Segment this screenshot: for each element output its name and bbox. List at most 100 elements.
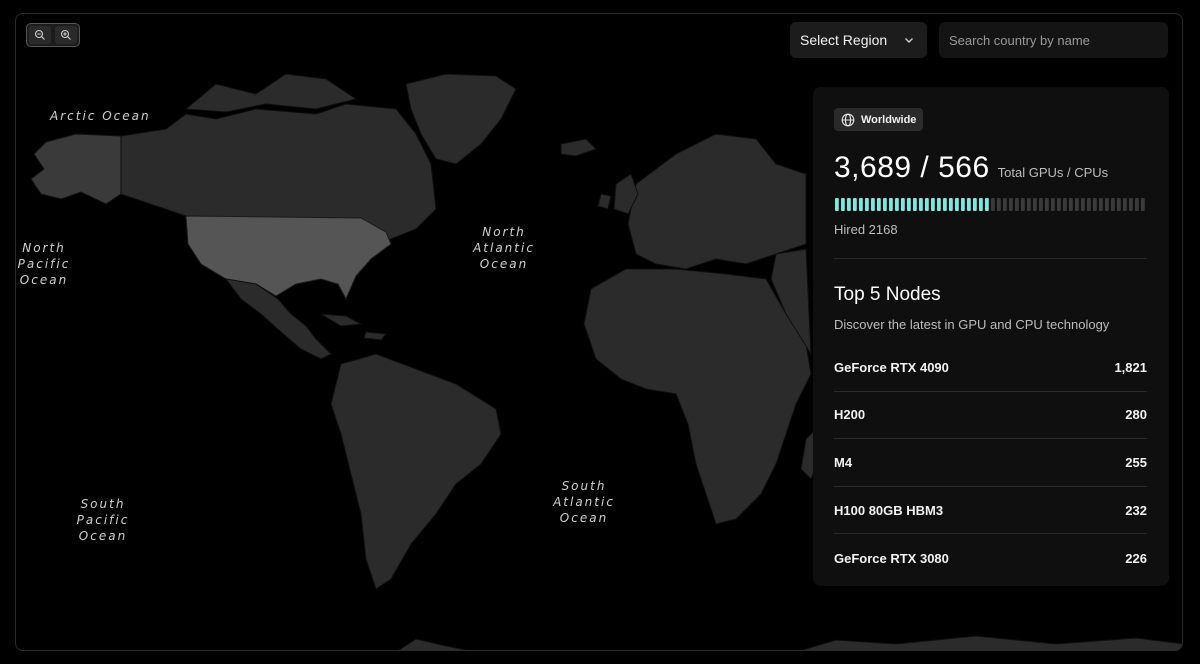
totals-label: Total GPUs / CPUs [997, 165, 1109, 180]
bar-segment-filled [853, 198, 857, 211]
node-count: 280 [1125, 407, 1147, 423]
bar-segment-empty [1039, 198, 1043, 211]
bar-segment-empty [1045, 198, 1049, 211]
bar-segment-empty [1051, 198, 1055, 211]
bar-segment-empty [1033, 198, 1037, 211]
node-count: 232 [1125, 502, 1147, 518]
bar-segment-filled [985, 198, 989, 211]
bar-segment-empty [1069, 198, 1073, 211]
stats-panel: Worldwide 3,689 / 566 Total GPUs / CPUs … [813, 87, 1169, 586]
bar-segment-filled [949, 198, 953, 211]
map-frame: Arctic Ocean North Pacific Ocean North A… [15, 13, 1183, 651]
ocean-label-south-pacific-3: Ocean [79, 529, 127, 543]
country-iceland[interactable] [560, 138, 597, 157]
bar-segment-filled [889, 198, 893, 211]
node-row[interactable]: GeForce RTX 4090 1,821 [834, 344, 1147, 392]
ocean-label-south-pacific-2: Pacific [77, 513, 130, 527]
bar-segment-filled [871, 198, 875, 211]
bar-segment-filled [907, 198, 911, 211]
node-row[interactable]: H100 80GB HBM3 232 [834, 487, 1147, 535]
ocean-label-north-pacific-3: Ocean [20, 273, 68, 287]
bar-segment-empty [1087, 198, 1091, 211]
node-row[interactable]: GeForce RTX 3080 226 [834, 534, 1147, 582]
bar-segment-empty [997, 198, 1001, 211]
node-name: H200 [834, 407, 866, 423]
ocean-label-north-pacific-1: North [22, 241, 66, 255]
bar-segment-empty [1129, 198, 1133, 211]
ocean-label-north-atlantic-1: North [482, 225, 526, 239]
country-alaska[interactable] [30, 133, 122, 205]
bar-segment-empty [1027, 198, 1031, 211]
continent-europe[interactable] [627, 133, 807, 270]
bar-segment-empty [1003, 198, 1007, 211]
node-name: H100 80GB HBM3 [834, 502, 944, 518]
totals-value: 3,689 / 566 [834, 151, 990, 184]
hired-progress-bar [835, 198, 1145, 211]
ocean-label-south-pacific-1: South [81, 497, 126, 511]
bar-segment-filled [895, 198, 899, 211]
bar-segment-filled [877, 198, 881, 211]
node-count: 255 [1125, 454, 1147, 470]
bar-segment-filled [973, 198, 977, 211]
bar-segment-filled [901, 198, 905, 211]
bar-segment-empty [1015, 198, 1019, 211]
bar-segment-filled [865, 198, 869, 211]
bar-segment-filled [961, 198, 965, 211]
totals: 3,689 / 566 Total GPUs / CPUs [834, 151, 1108, 185]
country-search-input[interactable] [939, 22, 1168, 58]
bar-segment-filled [919, 198, 923, 211]
bar-segment-empty [1075, 198, 1079, 211]
zoom-out-icon [34, 29, 45, 40]
bar-segment-filled [931, 198, 935, 211]
bar-segment-empty [1021, 198, 1025, 211]
chevron-down-icon [905, 38, 913, 43]
top-nodes-subtitle: Discover the latest in GPU and CPU techn… [834, 317, 1110, 332]
bar-segment-empty [1063, 198, 1067, 211]
bar-segment-filled [883, 198, 887, 211]
bar-segment-empty [1081, 198, 1085, 211]
region-select[interactable]: Select Region [790, 22, 927, 58]
ocean-label-south-atlantic-1: South [562, 479, 607, 493]
zoom-controls [26, 23, 80, 47]
node-name: GeForce RTX 4090 [834, 359, 949, 375]
node-name: GeForce RTX 3080 [834, 550, 949, 566]
continent-south-america[interactable] [330, 353, 502, 590]
zoom-out-button[interactable] [29, 26, 51, 44]
node-count: 1,821 [1114, 359, 1147, 375]
region-arctic-islands [184, 73, 358, 113]
bar-segment-filled [937, 198, 941, 211]
continent-antarctica [398, 635, 1182, 650]
bar-segment-empty [991, 198, 995, 211]
bar-segment-filled [955, 198, 959, 211]
ocean-label-south-atlantic-3: Ocean [560, 511, 608, 525]
bar-segment-filled [943, 198, 947, 211]
node-row[interactable]: H200 280 [834, 392, 1147, 440]
node-name: M4 [834, 454, 853, 470]
bar-segment-empty [1009, 198, 1013, 211]
bar-segment-filled [925, 198, 929, 211]
zoom-in-button[interactable] [55, 26, 77, 44]
country-united-states[interactable] [185, 215, 392, 301]
bar-segment-empty [1057, 198, 1061, 211]
top-nodes-list: GeForce RTX 4090 1,821 H200 280 M4 255 H… [834, 344, 1147, 582]
zoom-in-icon [60, 29, 71, 40]
bar-segment-empty [1105, 198, 1109, 211]
top-nodes-title: Top 5 Nodes [834, 284, 941, 305]
bar-segment-empty [1117, 198, 1121, 211]
bar-segment-empty [1135, 198, 1139, 211]
node-row[interactable]: M4 255 [834, 439, 1147, 487]
continent-africa[interactable] [583, 268, 812, 525]
region-badge[interactable]: Worldwide [834, 108, 924, 131]
region-badge-label: Worldwide [861, 113, 917, 126]
bar-segment-filled [835, 198, 839, 211]
bar-segment-empty [1123, 198, 1127, 211]
bar-segment-filled [841, 198, 845, 211]
region-select-label: Select Region [800, 32, 888, 48]
bar-segment-filled [913, 198, 917, 211]
bar-segment-filled [859, 198, 863, 211]
globe-icon [841, 113, 855, 126]
bar-segment-empty [1111, 198, 1115, 211]
bar-segment-empty [1099, 198, 1103, 211]
node-count: 226 [1125, 550, 1147, 566]
ocean-label-north-atlantic-2: Atlantic [472, 241, 535, 255]
